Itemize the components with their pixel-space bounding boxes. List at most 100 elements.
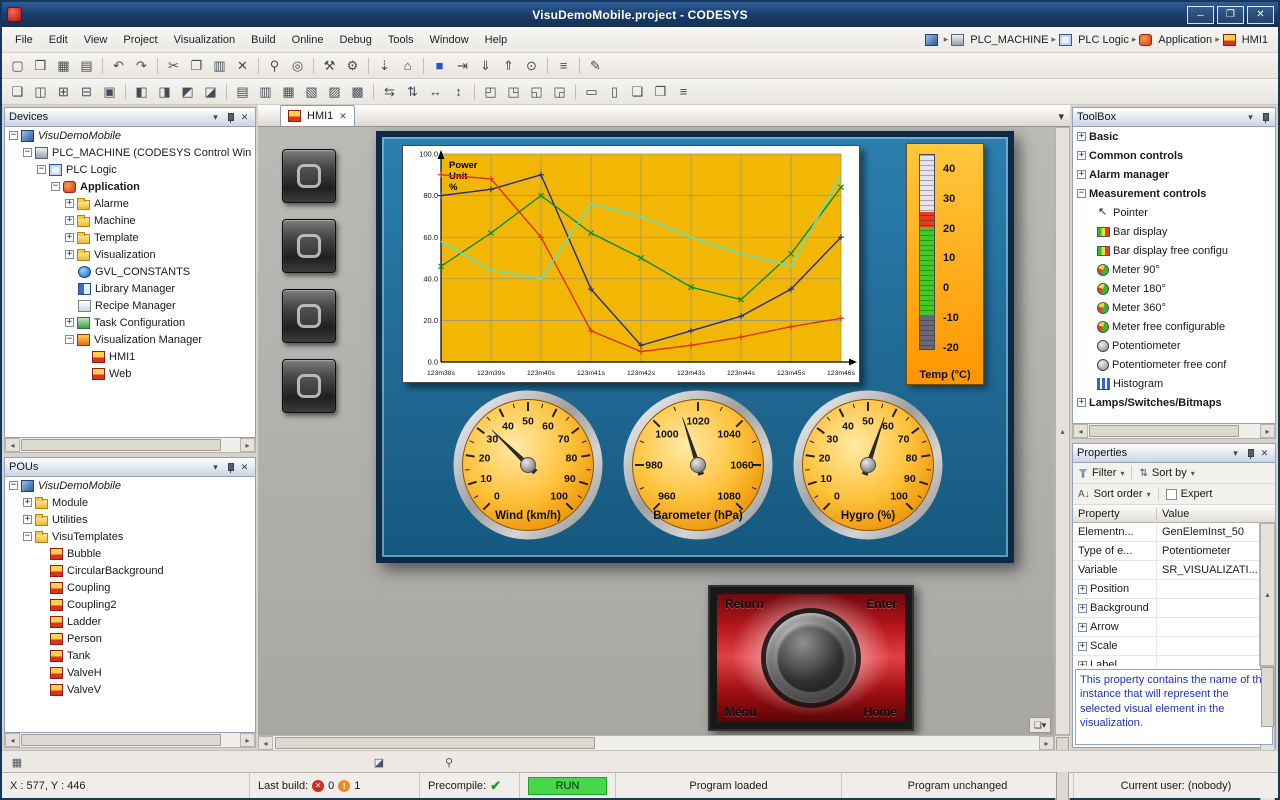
align-bottom-icon[interactable]: ◪ [199, 81, 222, 102]
toolbox-item-potentiometer[interactable]: Potentiometer [1073, 336, 1275, 355]
tree-item-alarme[interactable]: +Alarme [5, 195, 255, 212]
property-row-label[interactable]: +Label [1073, 656, 1259, 666]
messages-panel-icon[interactable] [6, 753, 28, 771]
toolbox-item-basic[interactable]: +Basic [1073, 127, 1275, 146]
property-row-background[interactable]: +Background [1073, 599, 1259, 618]
close-tab-icon[interactable] [339, 110, 347, 122]
tree-item-recipe-manager[interactable]: Recipe Manager [5, 297, 255, 314]
hatch-icon[interactable]: ▧ [300, 81, 323, 102]
properties-vscrollbar[interactable] [1259, 523, 1275, 666]
tree-item-utilities[interactable]: +Utilities [5, 511, 255, 528]
expander-icon[interactable]: − [23, 532, 32, 541]
tree-item-hmi1[interactable]: HMI1 [5, 348, 255, 365]
menu-window[interactable]: Window [423, 31, 476, 49]
tree-item-tank[interactable]: Tank [5, 647, 255, 664]
expander-icon[interactable]: − [9, 131, 18, 140]
menu-help[interactable]: Help [478, 31, 515, 49]
tree-item-machine[interactable]: +Machine [5, 212, 255, 229]
ungroup-icon[interactable]: ▯ [603, 81, 626, 102]
menu-build[interactable]: Build [244, 31, 282, 49]
tree-item-valveh[interactable]: ValveH [5, 664, 255, 681]
gauge-wind[interactable]: 0102030405060708090100Wind (km/h) [446, 385, 610, 549]
property-row-position[interactable]: +Position [1073, 580, 1259, 599]
tree-item-plc-logic[interactable]: −PLC Logic [5, 161, 255, 178]
zoom-tool-icon[interactable] [438, 753, 460, 771]
pin-icon[interactable] [225, 461, 236, 474]
gauge-barometer[interactable]: 96098010001020104010601080Barometer (hPa… [616, 385, 780, 549]
replace-icon[interactable]: ◎ [286, 55, 309, 76]
list-icon[interactable]: ≡ [672, 81, 695, 102]
undo-icon[interactable]: ↶ [107, 55, 130, 76]
sort-by-button[interactable]: Sort by [1152, 467, 1187, 479]
sort-by-dropdown-icon[interactable] [1191, 467, 1195, 479]
tab-list-dropdown-icon[interactable] [1058, 110, 1064, 123]
expander-icon[interactable]: − [9, 481, 18, 490]
visualization-editor-canvas[interactable]: 100.080.060.040.020.00.0123m38s123m39s12… [258, 127, 1054, 735]
gauge-hygro[interactable]: 0102030405060708090100Hygro (%) [786, 385, 950, 549]
phone-button-1[interactable] [282, 149, 336, 203]
trend-chart[interactable]: 100.080.060.040.020.00.0123m38s123m39s12… [402, 145, 860, 383]
expander-icon[interactable]: − [51, 182, 60, 191]
resize-vertical-icon[interactable]: ↕ [447, 81, 470, 102]
expander-icon[interactable]: + [65, 318, 74, 327]
toolbox-item-lamps-switches-bitmaps[interactable]: +Lamps/Switches/Bitmaps [1073, 393, 1275, 412]
toolbox-item-meter-360[interactable]: Meter 360° [1073, 298, 1275, 317]
keypad-enter-button[interactable]: Enter [866, 597, 897, 611]
toolbox-hscrollbar[interactable] [1072, 424, 1276, 439]
property-column-header[interactable]: Property [1073, 508, 1157, 520]
tree-item-visudemomobile[interactable]: −VisuDemoMobile [5, 127, 255, 144]
menu-visualization[interactable]: Visualization [167, 31, 243, 49]
expander-icon[interactable]: + [1077, 398, 1086, 407]
sort-order-dropdown-icon[interactable] [1147, 488, 1151, 500]
expander-icon[interactable]: + [1078, 661, 1087, 667]
scroll-right-icon[interactable] [240, 733, 255, 747]
breadcrumb-item-plc-logic[interactable]: PLC Logic [1078, 34, 1129, 46]
cut-icon[interactable]: ✂ [162, 55, 185, 76]
temperature-bar-display[interactable]: 403020100-10-20 Temp (°C) [906, 143, 984, 385]
scroll-thumb[interactable] [275, 737, 595, 749]
tree-item-application[interactable]: −Application [5, 178, 255, 195]
breakpoint-icon[interactable]: ⊙ [520, 55, 543, 76]
corner-tl-icon[interactable]: ◰ [479, 81, 502, 102]
property-row-arrow[interactable]: +Arrow [1073, 618, 1259, 637]
swap-horizontal-icon[interactable]: ⇆ [378, 81, 401, 102]
property-row-type-of-e[interactable]: Type of e...Potentiometer [1073, 542, 1259, 561]
panel-menu-icon[interactable] [209, 111, 222, 124]
align-left-icon[interactable]: ◧ [130, 81, 153, 102]
tree-item-visudemomobile[interactable]: −VisuDemoMobile [5, 477, 255, 494]
tree-item-task-configuration[interactable]: +Task Configuration [5, 314, 255, 331]
copy-icon[interactable]: ❐ [185, 55, 208, 76]
panel-menu-icon[interactable] [1244, 111, 1257, 124]
pin-icon[interactable] [1260, 111, 1271, 124]
toolbox-item-bar-display-free-configu[interactable]: Bar display free configu [1073, 241, 1275, 260]
scroll-left-icon[interactable] [258, 736, 273, 750]
toolbox-item-potentiometer-free-conf[interactable]: Potentiometer free conf [1073, 355, 1275, 374]
toolbox-item-alarm-manager[interactable]: +Alarm manager [1073, 165, 1275, 184]
hatch2-icon[interactable]: ▨ [323, 81, 346, 102]
bring-front-icon[interactable]: ❑ [626, 81, 649, 102]
online-config-icon[interactable]: ⌂ [396, 55, 419, 76]
send-back-icon[interactable]: ❒ [649, 81, 672, 102]
tree-item-coupling2[interactable]: Coupling2 [5, 596, 255, 613]
step-into-icon[interactable]: ⇓ [474, 55, 497, 76]
expander-icon[interactable]: + [1078, 642, 1087, 651]
editor-hscrollbar[interactable] [258, 735, 1070, 750]
keypad-home-button[interactable]: Home [864, 705, 897, 719]
expander-icon[interactable]: + [1078, 623, 1087, 632]
columns-icon[interactable]: ▥ [254, 81, 277, 102]
toolbox-item-pointer[interactable]: Pointer [1073, 203, 1275, 222]
align-top-icon[interactable]: ◩ [176, 81, 199, 102]
toolbox-item-common-controls[interactable]: +Common controls [1073, 146, 1275, 165]
paste-icon[interactable]: ▥ [208, 55, 231, 76]
scroll-up-icon[interactable] [1260, 523, 1275, 666]
scroll-thumb[interactable] [1261, 667, 1274, 727]
expander-icon[interactable]: + [65, 216, 74, 225]
expander-icon[interactable]: + [65, 199, 74, 208]
tree-item-valvev[interactable]: ValveV [5, 681, 255, 698]
phone-button-2[interactable] [282, 219, 336, 273]
expander-icon[interactable]: − [37, 165, 46, 174]
toolbox-item-measurement-controls[interactable]: −Measurement controls [1073, 184, 1275, 203]
panel-menu-icon[interactable] [209, 461, 222, 474]
scroll-left-icon[interactable] [5, 733, 20, 747]
corner-bl-icon[interactable]: ◱ [525, 81, 548, 102]
